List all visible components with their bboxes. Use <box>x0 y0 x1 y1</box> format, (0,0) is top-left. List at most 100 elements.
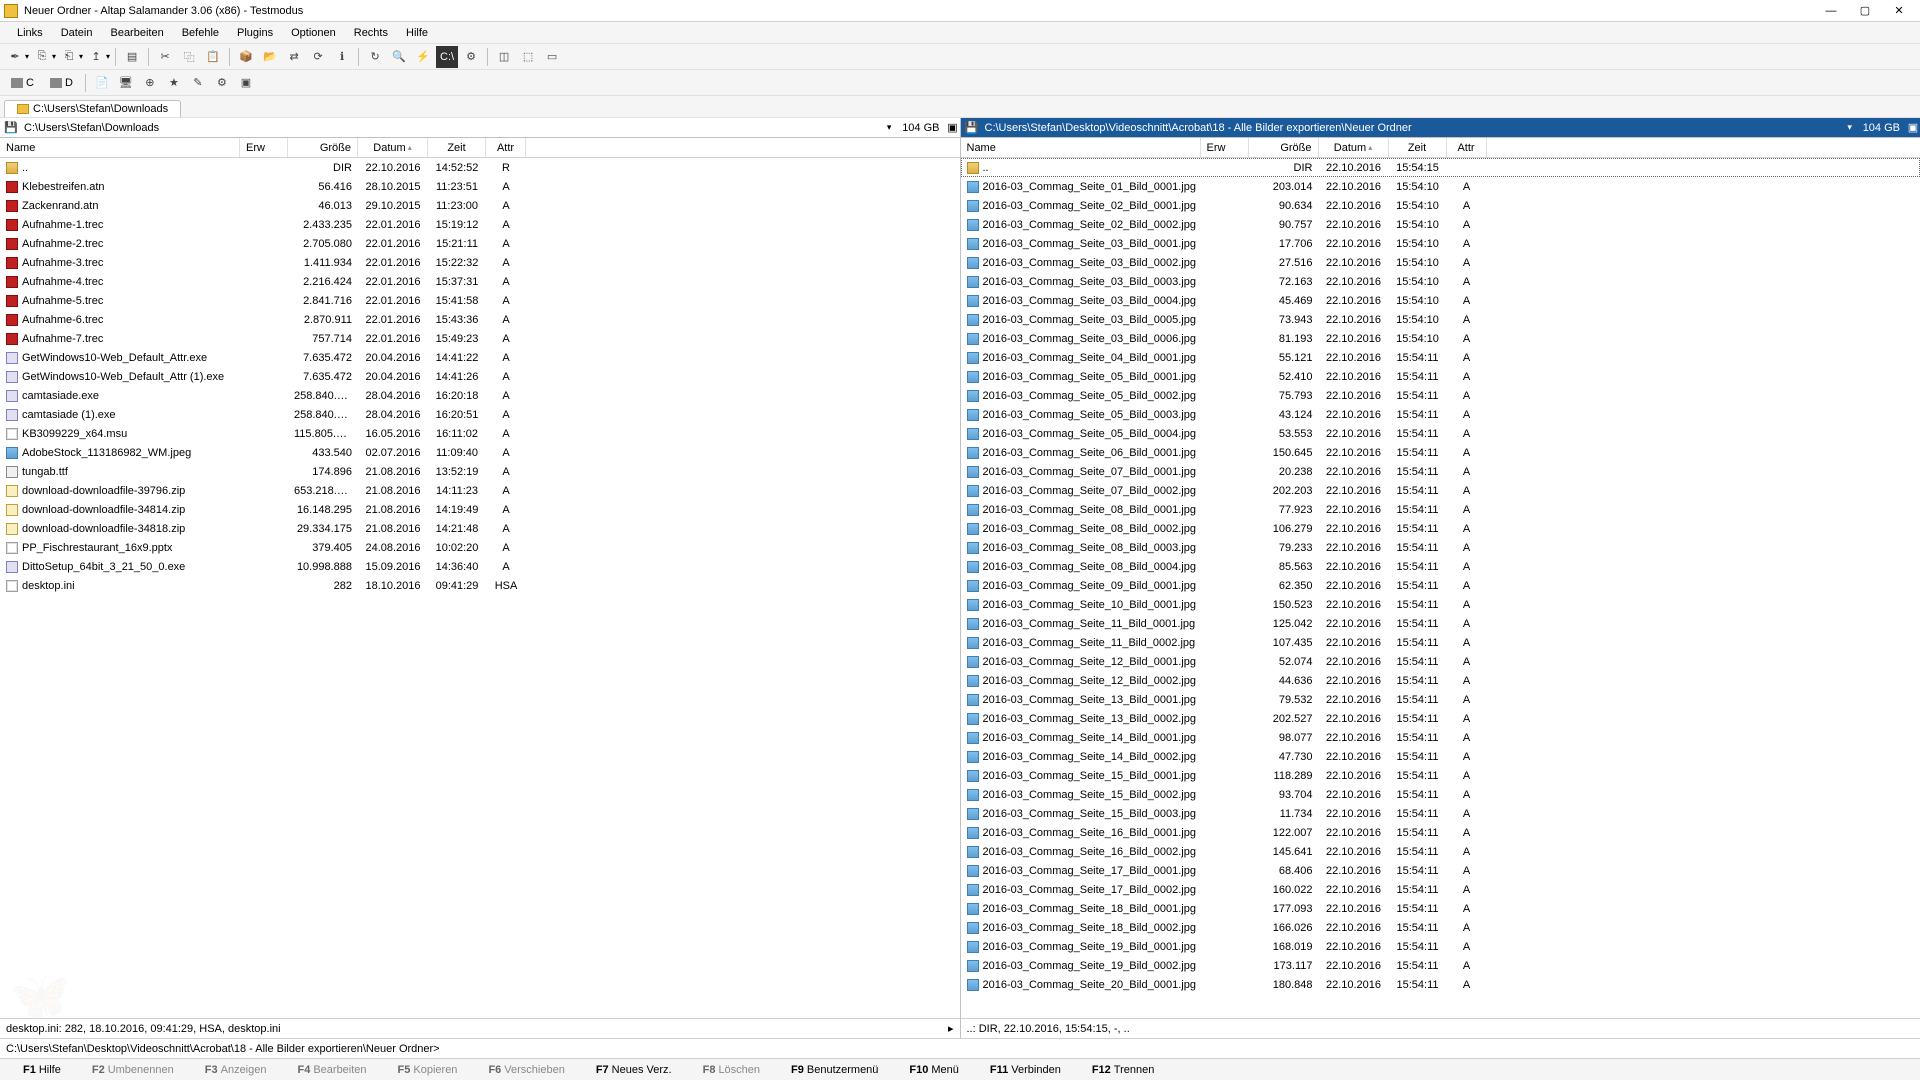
col-time[interactable]: Zeit <box>1389 138 1447 157</box>
split-icon[interactable]: ⬚ <box>517 46 539 68</box>
table-row[interactable]: 2016-03_Commag_Seite_19_Bild_0001.jpg168… <box>961 937 1920 956</box>
table-row[interactable]: desktop.ini28218.10.201609:41:29HSA <box>0 576 960 595</box>
table-row[interactable]: 2016-03_Commag_Seite_02_Bild_0001.jpg90.… <box>961 196 1920 215</box>
drive-c[interactable]: C <box>4 74 41 92</box>
fullpanel-icon[interactable]: ▭ <box>541 46 563 68</box>
favorites-icon[interactable]: ★ <box>163 72 185 94</box>
registry-icon[interactable]: ✎ <box>187 72 209 94</box>
table-row[interactable]: 2016-03_Commag_Seite_08_Bild_0002.jpg106… <box>961 519 1920 538</box>
table-row[interactable]: 2016-03_Commag_Seite_15_Bild_0001.jpg118… <box>961 766 1920 785</box>
table-row[interactable]: 2016-03_Commag_Seite_13_Bild_0002.jpg202… <box>961 709 1920 728</box>
col-name[interactable]: Name <box>961 138 1201 157</box>
table-row[interactable]: ..DIR22.10.201615:54:15 <box>961 158 1920 177</box>
table-row[interactable]: 2016-03_Commag_Seite_04_Bild_0001.jpg55.… <box>961 348 1920 367</box>
table-row[interactable]: 2016-03_Commag_Seite_03_Bild_0006.jpg81.… <box>961 329 1920 348</box>
table-row[interactable]: 2016-03_Commag_Seite_17_Bild_0002.jpg160… <box>961 880 1920 899</box>
col-size[interactable]: Größe <box>1249 138 1319 157</box>
table-row[interactable]: 2016-03_Commag_Seite_07_Bild_0002.jpg202… <box>961 481 1920 500</box>
table-row[interactable]: 2016-03_Commag_Seite_10_Bild_0001.jpg150… <box>961 595 1920 614</box>
refresh-icon[interactable]: ↻ <box>364 46 386 68</box>
table-row[interactable]: 2016-03_Commag_Seite_18_Bild_0002.jpg166… <box>961 918 1920 937</box>
fn-f12[interactable]: F12Trennen <box>1069 1062 1163 1078</box>
table-row[interactable]: DittoSetup_64bit_3_21_50_0.exe10.998.888… <box>0 557 960 576</box>
table-row[interactable]: 2016-03_Commag_Seite_15_Bild_0002.jpg93.… <box>961 785 1920 804</box>
table-row[interactable]: 2016-03_Commag_Seite_16_Bild_0002.jpg145… <box>961 842 1920 861</box>
table-row[interactable]: 2016-03_Commag_Seite_03_Bild_0004.jpg45.… <box>961 291 1920 310</box>
properties-icon[interactable]: ℹ <box>331 46 353 68</box>
table-row[interactable]: 2016-03_Commag_Seite_12_Bild_0001.jpg52.… <box>961 652 1920 671</box>
close-button[interactable]: ✕ <box>1882 1 1916 21</box>
table-row[interactable]: 2016-03_Commag_Seite_08_Bild_0001.jpg77.… <box>961 500 1920 519</box>
sync-icon[interactable]: ⟳ <box>307 46 329 68</box>
table-row[interactable]: 2016-03_Commag_Seite_19_Bild_0002.jpg173… <box>961 956 1920 975</box>
table-row[interactable]: Aufnahme-4.trec2.216.42422.01.201615:37:… <box>0 272 960 291</box>
table-row[interactable]: camtasiade (1).exe258.840.37628.04.20161… <box>0 405 960 424</box>
fn-f7[interactable]: F7Neues Verz. <box>573 1062 680 1078</box>
left-pathbar[interactable]: 💾 C:\Users\Stefan\Downloads ▾ 104 GB ▣ <box>0 118 960 138</box>
table-row[interactable]: 2016-03_Commag_Seite_06_Bild_0001.jpg150… <box>961 443 1920 462</box>
menu-befehle[interactable]: Befehle <box>173 25 228 41</box>
table-row[interactable]: KB3099229_x64.msu115.805.70016.05.201616… <box>0 424 960 443</box>
menu-datein[interactable]: Datein <box>52 25 102 41</box>
table-row[interactable]: 2016-03_Commag_Seite_16_Bild_0001.jpg122… <box>961 823 1920 842</box>
table-row[interactable]: Aufnahme-6.trec2.870.91122.01.201615:43:… <box>0 310 960 329</box>
table-row[interactable]: Aufnahme-3.trec1.411.93422.01.201615:22:… <box>0 253 960 272</box>
options-icon[interactable]: ⚙ <box>460 46 482 68</box>
pin-icon[interactable]: ✒ <box>4 46 26 68</box>
table-row[interactable]: 2016-03_Commag_Seite_02_Bild_0002.jpg90.… <box>961 215 1920 234</box>
table-row[interactable]: 2016-03_Commag_Seite_08_Bild_0003.jpg79.… <box>961 538 1920 557</box>
table-row[interactable]: 2016-03_Commag_Seite_11_Bild_0002.jpg107… <box>961 633 1920 652</box>
table-row[interactable]: tungab.ttf174.89621.08.201613:52:19A <box>0 462 960 481</box>
command-line[interactable]: C:\Users\Stefan\Desktop\Videoschnitt\Acr… <box>0 1038 1920 1058</box>
tab-downloads[interactable]: C:\Users\Stefan\Downloads <box>4 100 181 117</box>
copy-icon[interactable]: ⿻ <box>178 46 200 68</box>
pack-icon[interactable]: 📦 <box>235 46 257 68</box>
documents-icon[interactable]: 📄 <box>91 72 113 94</box>
history-back-icon[interactable]: ⎘ <box>31 46 53 68</box>
table-row[interactable]: 2016-03_Commag_Seite_13_Bild_0001.jpg79.… <box>961 690 1920 709</box>
right-pathbar[interactable]: 💾 C:\Users\Stefan\Desktop\Videoschnitt\A… <box>961 118 1920 138</box>
col-ext[interactable]: Erw <box>1201 138 1249 157</box>
table-row[interactable]: Aufnahme-2.trec2.705.08022.01.201615:21:… <box>0 234 960 253</box>
device-icon[interactable]: ▣ <box>235 72 257 94</box>
table-row[interactable]: 2016-03_Commag_Seite_09_Bild_0001.jpg62.… <box>961 576 1920 595</box>
drive-icon[interactable]: 💾 <box>964 120 980 136</box>
table-row[interactable]: Zackenrand.atn46.01329.10.201511:23:00A <box>0 196 960 215</box>
list-view-icon[interactable]: ▤ <box>121 46 143 68</box>
disk-info-icon[interactable]: ▣ <box>1906 121 1920 134</box>
plugin-icon[interactable]: ⚙ <box>211 72 233 94</box>
col-date[interactable]: Datum▴ <box>1319 138 1389 157</box>
left-file-list[interactable]: 🦋 ..DIR22.10.201614:52:52RKlebestreifen.… <box>0 158 960 1018</box>
table-row[interactable]: 2016-03_Commag_Seite_14_Bild_0002.jpg47.… <box>961 747 1920 766</box>
table-row[interactable]: 2016-03_Commag_Seite_05_Bild_0001.jpg52.… <box>961 367 1920 386</box>
menu-bearbeiten[interactable]: Bearbeiten <box>101 25 172 41</box>
fn-f10[interactable]: F10Menü <box>886 1062 967 1078</box>
connect-icon[interactable]: ⚡ <box>412 46 434 68</box>
table-row[interactable]: 2016-03_Commag_Seite_08_Bild_0004.jpg85.… <box>961 557 1920 576</box>
table-row[interactable]: Klebestreifen.atn56.41628.10.201511:23:5… <box>0 177 960 196</box>
fn-f1[interactable]: F1Hilfe <box>0 1062 69 1078</box>
table-row[interactable]: download-downloadfile-39796.zip653.218.0… <box>0 481 960 500</box>
cmdline-input[interactable] <box>440 1043 1914 1055</box>
menu-plugins[interactable]: Plugins <box>228 25 282 41</box>
cut-icon[interactable]: ✂ <box>154 46 176 68</box>
menu-links[interactable]: Links <box>8 25 52 41</box>
table-row[interactable]: PP_Fischrestaurant_16x9.pptx379.40524.08… <box>0 538 960 557</box>
maximize-button[interactable]: ▢ <box>1848 1 1882 21</box>
fn-f11[interactable]: F11Verbinden <box>967 1062 1069 1078</box>
unpack-icon[interactable]: 📂 <box>259 46 281 68</box>
history-fwd-icon[interactable]: ⎗ <box>58 46 80 68</box>
col-name[interactable]: Name <box>0 138 240 157</box>
table-row[interactable]: 2016-03_Commag_Seite_03_Bild_0001.jpg17.… <box>961 234 1920 253</box>
menu-hilfe[interactable]: Hilfe <box>397 25 437 41</box>
minimize-button[interactable]: — <box>1814 1 1848 21</box>
drive-d[interactable]: D <box>43 74 80 92</box>
table-row[interactable]: 2016-03_Commag_Seite_05_Bild_0003.jpg43.… <box>961 405 1920 424</box>
col-date[interactable]: Datum▴ <box>358 138 428 157</box>
table-row[interactable]: AdobeStock_113186982_WM.jpeg433.54002.07… <box>0 443 960 462</box>
table-row[interactable]: Aufnahme-5.trec2.841.71622.01.201615:41:… <box>0 291 960 310</box>
terminal-icon[interactable]: C:\ <box>436 46 458 68</box>
col-attr[interactable]: Attr <box>1447 138 1487 157</box>
find-icon[interactable]: 🔍 <box>388 46 410 68</box>
table-row[interactable]: Aufnahme-1.trec2.433.23522.01.201615:19:… <box>0 215 960 234</box>
